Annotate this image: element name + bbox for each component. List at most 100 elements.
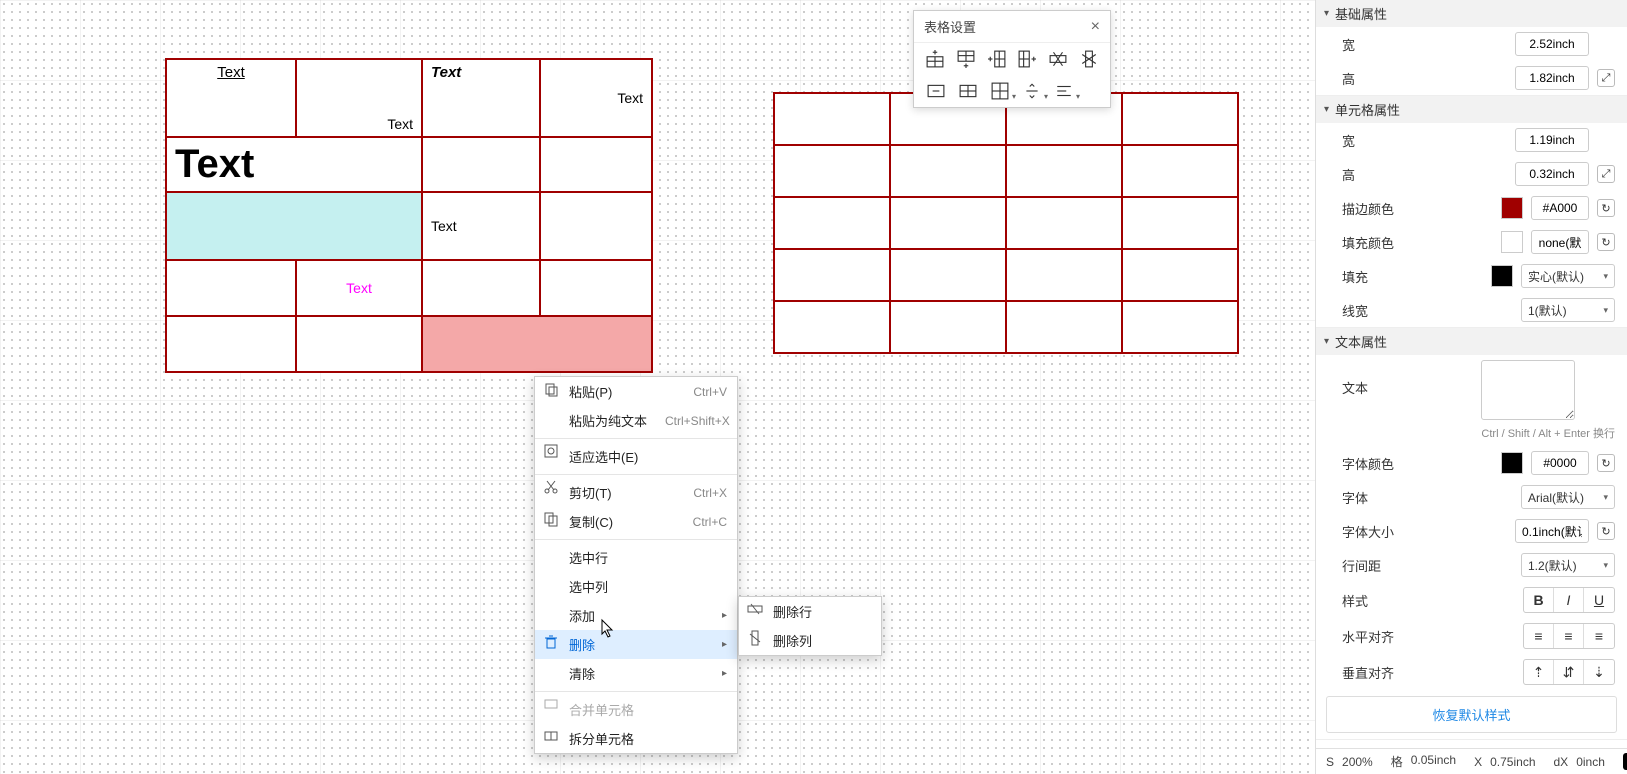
table-cell[interactable] <box>1122 197 1238 249</box>
table-cell[interactable] <box>890 145 1006 197</box>
insert-col-left-icon[interactable] <box>987 49 1006 69</box>
menu-delete[interactable]: 删除▸ <box>535 630 737 659</box>
stroke-color-swatch[interactable] <box>1501 197 1523 219</box>
menu-split-cells[interactable]: 拆分单元格 <box>535 724 737 753</box>
bold-button[interactable]: B <box>1524 588 1554 612</box>
align-left-button[interactable]: ≡ <box>1524 624 1554 648</box>
insert-row-above-icon[interactable] <box>926 49 945 69</box>
font-color-input[interactable] <box>1531 451 1589 475</box>
table-cell[interactable] <box>1122 145 1238 197</box>
cell-height-input[interactable] <box>1515 162 1589 186</box>
align-v-dropdown-icon[interactable] <box>1022 81 1042 101</box>
menu-select-col[interactable]: 选中列 <box>535 572 737 601</box>
section-basic[interactable]: ▾基础属性 <box>1316 0 1627 27</box>
table-cell[interactable] <box>1006 197 1122 249</box>
text-input[interactable] <box>1481 360 1575 420</box>
menu-clear[interactable]: 清除▸ <box>535 659 737 688</box>
table-cell[interactable] <box>422 137 540 192</box>
merge-cells-icon[interactable] <box>926 81 946 101</box>
align-center-button[interactable]: ≡ <box>1554 624 1584 648</box>
table-cell[interactable] <box>166 260 296 316</box>
menu-fit-selection[interactable]: 适应选中(E) <box>535 438 737 471</box>
table-cell[interactable] <box>540 137 652 192</box>
fill-color-input[interactable] <box>1531 230 1589 254</box>
aspect-lock-icon[interactable]: ⤢ <box>1597 69 1615 87</box>
stroke-color-input[interactable] <box>1531 196 1589 220</box>
properties-panel[interactable]: ▾基础属性 宽 高⤢ ▾单元格属性 宽 高⤢ 描边颜色↻ 填充颜色↻ 填充实心(… <box>1315 0 1627 774</box>
table-cell-selected[interactable] <box>422 316 652 372</box>
menu-delete-col[interactable]: 删除列 <box>739 626 881 655</box>
table-cell[interactable] <box>774 249 890 301</box>
table-cell[interactable] <box>1122 301 1238 353</box>
table-cell[interactable]: Text <box>296 59 422 137</box>
lineheight-select[interactable]: 1.2(默认) <box>1521 553 1615 577</box>
align-right-button[interactable]: ≡ <box>1584 624 1614 648</box>
menu-add[interactable]: 添加▸ <box>535 601 737 630</box>
table-1[interactable]: Text Text Text Text Text Text Text <box>165 58 653 373</box>
panel-collapse-handle[interactable] <box>1315 370 1316 398</box>
delete-row-icon[interactable] <box>1049 49 1068 69</box>
refresh-icon[interactable]: ↻ <box>1597 454 1615 472</box>
table-cell[interactable] <box>1122 93 1238 145</box>
menu-select-row[interactable]: 选中行 <box>535 539 737 572</box>
context-submenu-delete[interactable]: 删除行 删除列 <box>738 596 882 656</box>
font-select[interactable]: Arial(默认) <box>1521 485 1615 509</box>
font-size-input[interactable] <box>1515 519 1589 543</box>
refresh-icon[interactable]: ↻ <box>1597 199 1615 217</box>
table-cell[interactable] <box>1122 249 1238 301</box>
insert-col-right-icon[interactable] <box>1018 49 1037 69</box>
table-cell[interactable] <box>890 301 1006 353</box>
table-cell-highlight[interactable] <box>166 192 422 260</box>
align-top-button[interactable]: ⇡ <box>1524 660 1554 684</box>
table-cell[interactable] <box>1006 145 1122 197</box>
italic-button[interactable]: I <box>1554 588 1584 612</box>
table-cell[interactable]: Text <box>166 59 296 137</box>
table-cell[interactable]: Text <box>422 192 540 260</box>
table-cell[interactable] <box>166 316 296 372</box>
menu-paste-plain[interactable]: 粘贴为纯文本Ctrl+Shift+X <box>535 406 737 435</box>
table-cell[interactable] <box>774 197 890 249</box>
section-cell[interactable]: ▾单元格属性 <box>1316 96 1627 123</box>
align-h-dropdown-icon[interactable] <box>1054 81 1074 101</box>
table-cell[interactable] <box>540 192 652 260</box>
table-cell[interactable] <box>774 145 890 197</box>
split-cells-icon[interactable] <box>958 81 978 101</box>
table-settings-popup[interactable]: 表格设置 × <box>913 10 1111 108</box>
menu-paste[interactable]: 粘贴(P)Ctrl+V <box>535 377 737 406</box>
table-cell[interactable] <box>296 316 422 372</box>
table-cell[interactable] <box>774 301 890 353</box>
table-cell[interactable] <box>890 249 1006 301</box>
borders-dropdown-icon[interactable] <box>990 81 1010 101</box>
table-2[interactable] <box>773 92 1239 354</box>
basic-height-input[interactable] <box>1515 66 1589 90</box>
menu-copy[interactable]: 复制(C)Ctrl+C <box>535 507 737 536</box>
popup-header[interactable]: 表格设置 × <box>914 11 1110 43</box>
fill-mode-select[interactable]: 实心(默认) <box>1521 264 1615 288</box>
fill-color-swatch[interactable] <box>1501 231 1523 253</box>
menu-cut[interactable]: 剪切(T)Ctrl+X <box>535 474 737 507</box>
menu-delete-row[interactable]: 删除行 <box>739 597 881 626</box>
font-color-swatch[interactable] <box>1501 452 1523 474</box>
aspect-lock-icon[interactable]: ⤢ <box>1597 165 1615 183</box>
linewidth-select[interactable]: 1(默认) <box>1521 298 1615 322</box>
refresh-icon[interactable]: ↻ <box>1597 522 1615 540</box>
insert-row-below-icon[interactable] <box>957 49 976 69</box>
basic-width-input[interactable] <box>1515 32 1589 56</box>
cell-width-input[interactable] <box>1515 128 1589 152</box>
table-cell[interactable] <box>1006 249 1122 301</box>
refresh-icon[interactable]: ↻ <box>1597 233 1615 251</box>
close-icon[interactable]: × <box>1091 18 1100 36</box>
table-cell[interactable] <box>890 197 1006 249</box>
table-cell[interactable]: Text <box>540 59 652 137</box>
delete-col-icon[interactable] <box>1079 49 1098 69</box>
context-menu[interactable]: 粘贴(P)Ctrl+V 粘贴为纯文本Ctrl+Shift+X 适应选中(E) 剪… <box>534 376 738 754</box>
section-text[interactable]: ▾文本属性 <box>1316 328 1627 355</box>
table-cell[interactable]: Text <box>422 59 540 137</box>
reset-style-button[interactable]: 恢复默认样式 <box>1326 696 1617 733</box>
design-canvas[interactable]: Text Text Text Text Text Text Text <box>0 0 1315 774</box>
table-cell[interactable] <box>540 260 652 316</box>
underline-button[interactable]: U <box>1584 588 1614 612</box>
align-bottom-button[interactable]: ⇣ <box>1584 660 1614 684</box>
table-cell[interactable] <box>422 260 540 316</box>
table-cell[interactable]: Text <box>166 137 422 192</box>
